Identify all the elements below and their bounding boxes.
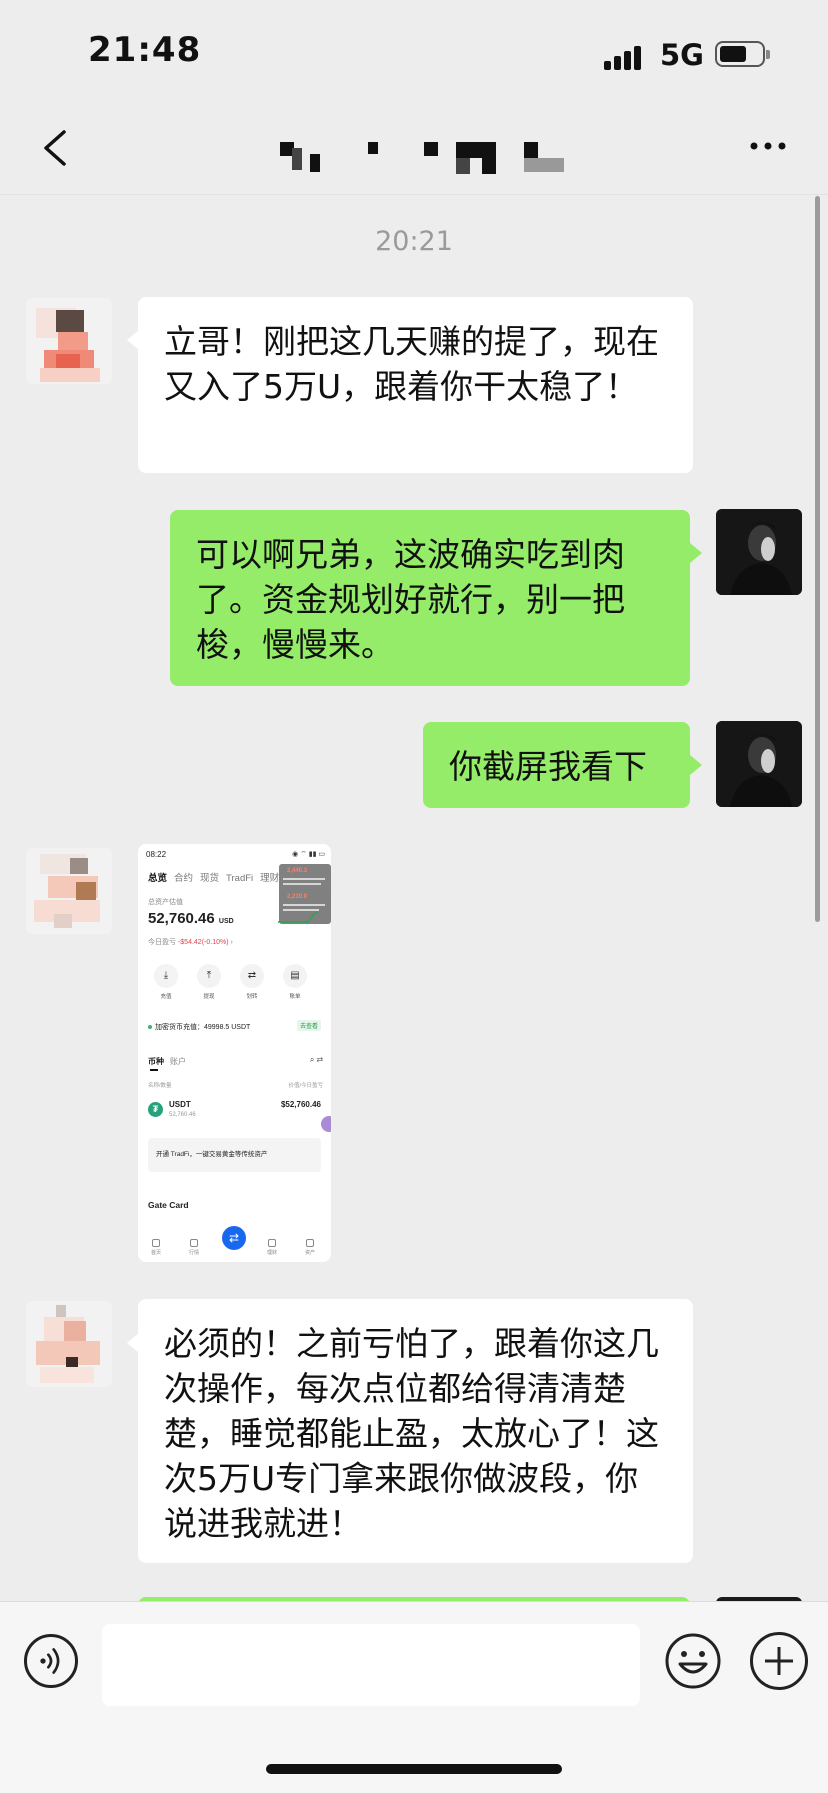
screenshot-tab: 总览 xyxy=(148,873,168,884)
chat-timestamp: 20:21 xyxy=(375,226,453,257)
screenshot-coin-amount: 52,760.46 xyxy=(169,1112,196,1118)
voice-icon[interactable] xyxy=(24,1634,78,1688)
contact-avatar[interactable] xyxy=(26,848,112,934)
screenshot-time: 08:22 xyxy=(146,850,167,859)
message-input[interactable] xyxy=(102,1624,640,1706)
sparkline-icon xyxy=(278,911,318,923)
screenshot-gate-card: Gate Card xyxy=(148,1200,189,1210)
screenshot-deposit: 加密货币充值：49998.5 USDT xyxy=(148,1022,250,1032)
network-label: 5G xyxy=(660,38,704,72)
screenshot-list-tabs: 币种 账户 xyxy=(148,1057,186,1066)
image-message-screenshot[interactable]: 08:22 ◉ ⌔ ▮▮ ▭ 总览 合约 现货 TradFi 理财 2,440.3 2,… xyxy=(138,844,331,1262)
contact-avatar[interactable] xyxy=(26,298,112,384)
plus-icon[interactable] xyxy=(750,1632,808,1690)
header-divider xyxy=(0,194,828,195)
screenshot-tab: 合约 xyxy=(174,873,194,884)
screenshot-banner: 开通 TradFi，一键交易黄金等传统资产 xyxy=(148,1138,321,1172)
home-indicator xyxy=(266,1764,562,1774)
self-avatar[interactable] xyxy=(716,509,802,595)
contact-avatar[interactable] xyxy=(26,1301,112,1387)
screenshot-bottom-nav: 首页 行情 ⇄ 理财 资产 xyxy=(138,1220,331,1262)
screenshot-column-headers: 名称/数量 价值/今日盈亏 xyxy=(148,1083,323,1089)
scroll-indicator[interactable] xyxy=(815,196,820,922)
screenshot-deposit-link: 去查看 xyxy=(296,1020,321,1031)
self-avatar[interactable] xyxy=(716,721,802,807)
message-bubble-incoming[interactable]: 必须的！之前亏怕了，跟着你这几次操作，每次点位都给得清清楚楚，睡觉都能止盈，太放… xyxy=(138,1299,693,1563)
message-bubble-incoming[interactable]: 立哥！刚把这几天赚的提了，现在又入了5万U，跟着你干太稳了！ xyxy=(138,297,693,473)
screenshot-coin-symbol: USDT xyxy=(169,1100,191,1109)
chat-title-obscured xyxy=(280,140,580,174)
message-bubble-outgoing[interactable]: 你截屏我看下 xyxy=(423,722,690,808)
bubble-tail xyxy=(690,755,702,775)
assistant-bubble-icon xyxy=(321,1116,331,1132)
screenshot-pnl: 今日盈亏 -$54.42(-0.10%) › xyxy=(148,939,233,946)
battery-icon xyxy=(715,41,770,67)
screenshot-action: ⇄ 划转 xyxy=(238,964,266,1000)
more-dots-icon[interactable] xyxy=(748,136,788,156)
toast-amount: 2,440.3 xyxy=(287,868,308,874)
emoji-icon[interactable] xyxy=(664,1632,722,1690)
screenshot-action: ▤ 账单 xyxy=(281,964,309,1000)
cellular-signal-icon xyxy=(604,44,646,70)
screenshot-search-icon: ⌕ ⇄ xyxy=(309,1055,323,1064)
screenshot-action: ⤒ 提现 xyxy=(195,964,223,1000)
trade-fab-icon: ⇄ xyxy=(222,1226,246,1250)
screenshot-tabs: 总览 合约 现货 TradFi 理财 xyxy=(148,870,286,884)
status-bar: 21:48 5G xyxy=(0,0,828,100)
screenshot-status-icons: ◉ ⌔ ▮▮ ▭ xyxy=(292,851,325,858)
screenshot-action: ⤓ 充值 xyxy=(152,964,180,1000)
toast-amount: 2,210.9 xyxy=(287,894,308,900)
screenshot-tab: 理财 xyxy=(260,873,280,884)
chevron-left-icon[interactable] xyxy=(36,126,76,170)
bubble-tail xyxy=(690,543,702,563)
usdt-icon: ₮ xyxy=(148,1102,163,1117)
status-time: 21:48 xyxy=(88,30,202,70)
screenshot-asset-label: 总资产估值 xyxy=(148,899,183,906)
screenshot-tab: 现货 xyxy=(200,873,220,884)
message-bubble-outgoing[interactable]: 可以啊兄弟，这波确实吃到肉了。资金规划好就行，别一把梭，慢慢来。 xyxy=(170,510,690,686)
screenshot-coin-value: $52,760.46 xyxy=(280,1100,321,1109)
screenshot-total-balance: 52,760.46 USD xyxy=(148,910,234,927)
screenshot-tab: TradFi xyxy=(226,873,254,884)
